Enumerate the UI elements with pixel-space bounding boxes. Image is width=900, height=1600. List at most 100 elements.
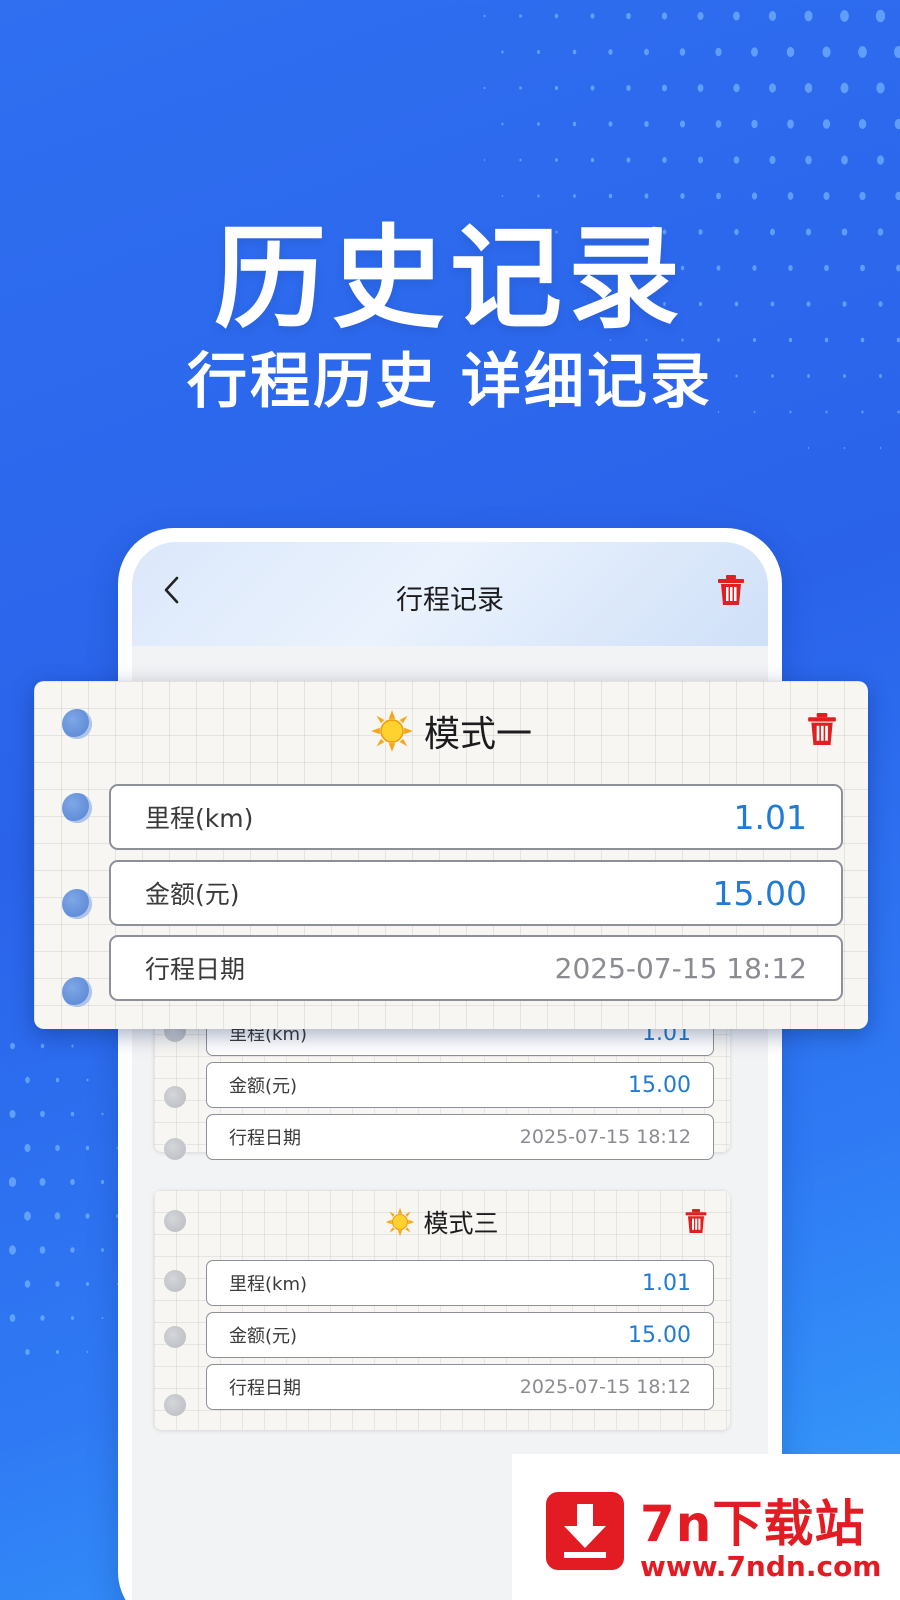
background-dot xyxy=(894,118,900,130)
background-dot xyxy=(100,1179,105,1185)
binder-hole xyxy=(164,1326,186,1348)
background-dot xyxy=(55,1144,60,1152)
background-dot xyxy=(55,1281,60,1287)
background-dot xyxy=(662,156,667,164)
background-dot xyxy=(715,47,722,57)
background-dot xyxy=(70,1247,75,1253)
amount-value: 15.00 xyxy=(628,1322,691,1348)
background-dot xyxy=(40,1110,45,1118)
background-dot xyxy=(697,11,704,21)
watermark-name: 7n下载站 xyxy=(640,1495,866,1553)
background-dot xyxy=(24,1280,31,1288)
delete-record-button[interactable] xyxy=(806,711,838,747)
background-dot xyxy=(24,1211,31,1221)
background-dot xyxy=(769,83,776,93)
binder-hole xyxy=(164,1270,186,1292)
background-dot xyxy=(715,120,722,128)
background-dot xyxy=(39,1246,46,1254)
background-dot xyxy=(733,156,740,164)
delete-record-button[interactable] xyxy=(684,1208,708,1234)
background-dot xyxy=(733,11,740,21)
background-dot xyxy=(55,1077,60,1083)
background-dot xyxy=(40,1043,45,1049)
background-dot xyxy=(101,1112,104,1116)
mode-label: 模式三 xyxy=(423,1209,499,1238)
background-dot xyxy=(679,48,686,56)
background-dot xyxy=(554,13,559,19)
trash-icon xyxy=(685,1209,707,1233)
background-dot xyxy=(555,158,558,162)
background-dot xyxy=(858,46,867,58)
row-label: 里程(km) xyxy=(145,804,254,833)
background-dot xyxy=(626,157,631,163)
background-dot xyxy=(768,11,777,21)
background-dot xyxy=(25,1349,30,1355)
row-label: 金额(元) xyxy=(145,880,240,909)
trash-icon xyxy=(718,575,744,605)
binder-hole xyxy=(62,889,92,919)
record-row-date: 行程日期 2025-07-15 18:12 xyxy=(109,935,843,1001)
amount-value: 15.00 xyxy=(628,1072,691,1098)
background-dot xyxy=(876,82,885,94)
background-dot xyxy=(572,121,577,127)
background-dot xyxy=(644,120,649,128)
trash-icon xyxy=(808,713,836,745)
mode-label: 模式一 xyxy=(423,714,532,755)
background-dot xyxy=(483,14,486,18)
background-dot xyxy=(40,1315,45,1321)
background-dot xyxy=(572,49,577,55)
background-dot xyxy=(501,50,504,54)
binder-hole xyxy=(164,1138,186,1160)
background-dot xyxy=(733,83,740,93)
binder-hole xyxy=(62,977,92,1007)
background-dot xyxy=(85,1213,90,1219)
record-mode: 模式三 xyxy=(154,1204,730,1240)
background-dot xyxy=(10,1042,15,1050)
background-dot xyxy=(661,84,668,92)
distance-value: 1.01 xyxy=(733,797,807,837)
background-dot xyxy=(519,14,522,18)
background-dot xyxy=(483,86,486,90)
background-dot xyxy=(807,447,810,449)
background-dot xyxy=(54,1212,61,1220)
background-dot xyxy=(554,85,559,91)
background-dot xyxy=(697,84,704,92)
background-dot xyxy=(9,1314,16,1322)
background-dot xyxy=(697,156,704,164)
background-dot xyxy=(858,118,867,130)
background-dot xyxy=(893,45,900,59)
background-dot xyxy=(70,1178,75,1186)
background-dot xyxy=(70,1315,75,1321)
background-dot xyxy=(751,47,758,57)
binder-hole xyxy=(164,1086,186,1108)
binder-hole xyxy=(164,1394,186,1416)
background-dot xyxy=(590,85,595,91)
background-dot xyxy=(9,1245,16,1255)
background-dot xyxy=(519,86,522,90)
background-dot xyxy=(24,1143,31,1153)
background-dot xyxy=(608,121,613,127)
sun-icon xyxy=(371,710,413,752)
background-dot xyxy=(101,1248,104,1252)
background-dot xyxy=(805,155,812,165)
background-dot xyxy=(590,13,595,19)
background-dot xyxy=(55,1349,60,1355)
record-row-date: 行程日期 2025-07-15 18:12 xyxy=(206,1114,714,1160)
background-dot xyxy=(86,1282,89,1286)
date-value: 2025-07-15 18:12 xyxy=(519,1376,691,1398)
row-label: 里程(km) xyxy=(229,1274,308,1295)
amount-value: 15.00 xyxy=(712,873,807,913)
watermark: 7n下载站 www.7ndn.com xyxy=(512,1454,900,1600)
background-dot xyxy=(86,1078,89,1082)
background-dot xyxy=(804,82,813,94)
promo-subtitle-right: 详细记录 xyxy=(461,347,713,417)
promo-subtitle-left: 行程历史 xyxy=(187,347,439,417)
background-dot xyxy=(841,155,848,165)
date-value: 2025-07-15 18:12 xyxy=(554,951,807,985)
page-title: 行程记录 xyxy=(396,585,504,616)
row-label: 行程日期 xyxy=(229,1378,301,1399)
clear-all-button[interactable] xyxy=(716,574,746,606)
background-dot xyxy=(70,1111,75,1117)
background-dot xyxy=(877,155,884,165)
row-label: 金额(元) xyxy=(229,1076,298,1097)
